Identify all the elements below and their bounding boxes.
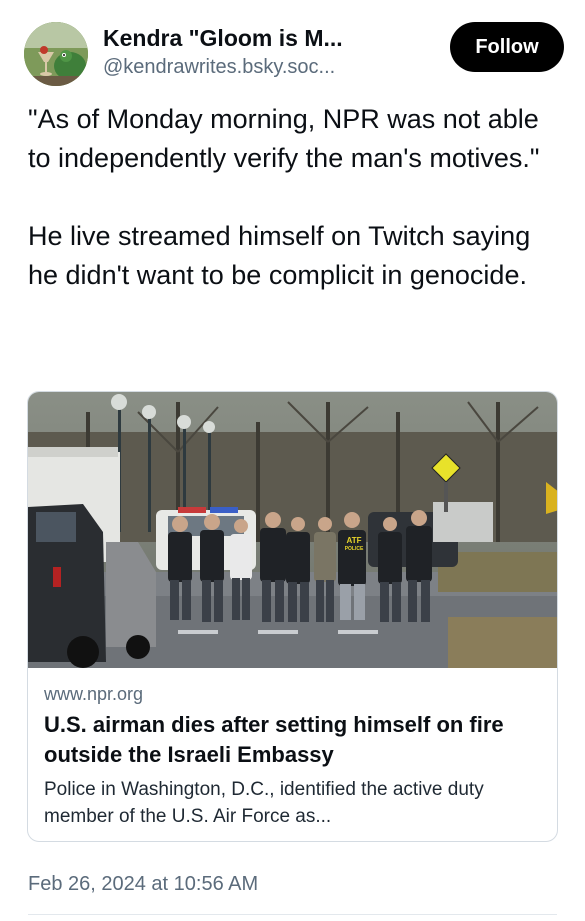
post-timestamp: Feb 26, 2024 at 10:56 AM: [28, 873, 259, 895]
avatar[interactable]: [24, 22, 88, 86]
post-paragraph: He live streamed himself on Twitch sayin…: [28, 221, 531, 290]
divider: [28, 914, 557, 915]
link-card-description: Police in Washington, D.C., identified t…: [44, 779, 484, 827]
link-card[interactable]: ATF POLICE www.npr.org U.S. airman dies …: [27, 391, 558, 842]
post-header: Kendra "Gloom is M... @kendrawrites.bsky…: [24, 20, 564, 88]
follow-button[interactable]: Follow: [450, 22, 564, 72]
author-handle[interactable]: @kendrawrites.bsky.soc...: [103, 54, 433, 80]
link-card-domain: www.npr.org: [44, 684, 144, 704]
link-card-body[interactable]: www.npr.org U.S. airman dies after setti…: [44, 680, 544, 830]
link-card-image: ATF POLICE: [28, 392, 557, 668]
post-text: "As of Monday morning, NPR was not able …: [28, 100, 558, 295]
author-block[interactable]: Kendra "Gloom is M... @kendrawrites.bsky…: [103, 22, 433, 80]
link-card-title[interactable]: U.S. airman dies after setting himself o…: [44, 710, 544, 770]
vest-text: ATF: [347, 536, 362, 545]
avatar-image: [24, 22, 88, 86]
post-paragraph: "As of Monday morning, NPR was not able …: [28, 104, 540, 173]
author-display-name[interactable]: Kendra "Gloom is M...: [103, 22, 433, 54]
vest-subtext: POLICE: [345, 546, 364, 552]
